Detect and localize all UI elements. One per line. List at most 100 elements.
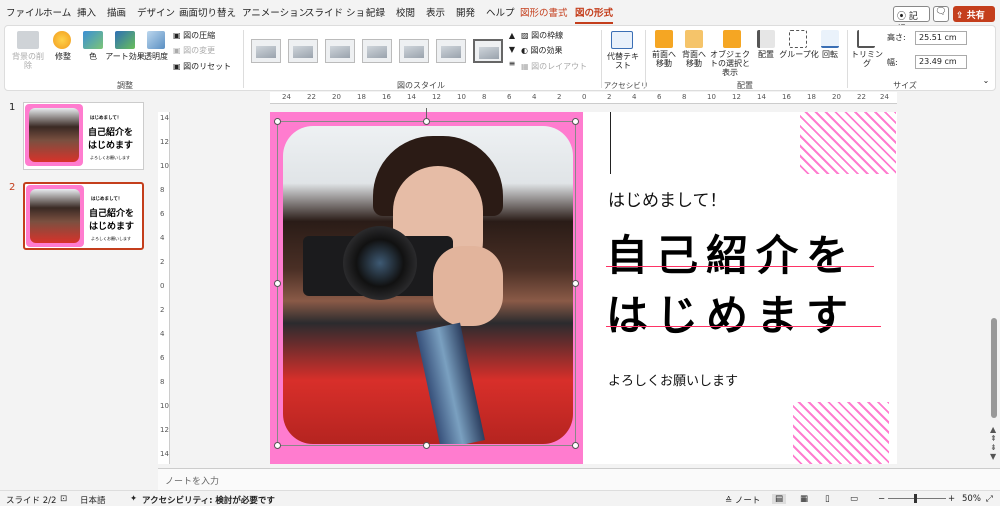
group-button[interactable]: グループ化 — [779, 50, 819, 59]
notes-toggle[interactable]: ≙ ノート — [725, 494, 760, 506]
tab-view[interactable]: 表示 — [426, 5, 445, 19]
slide-greeting[interactable]: はじめまして！ — [608, 186, 727, 211]
resize-handle[interactable] — [274, 442, 281, 449]
resize-handle[interactable] — [274, 280, 281, 287]
picture-style-3[interactable] — [325, 39, 355, 63]
picture-style-7[interactable] — [473, 39, 503, 63]
zoom-slider[interactable] — [888, 498, 946, 499]
tab-animations[interactable]: アニメーション — [242, 5, 308, 19]
picture-effects-button[interactable]: ◐ 図の効果 — [521, 46, 583, 55]
selection-pane-button[interactable]: オブジェクトの選択と表示 — [707, 50, 753, 77]
picture-style-4[interactable] — [362, 39, 392, 63]
tab-record[interactable]: 記録 — [366, 5, 385, 19]
crop-button[interactable]: トリミング — [849, 50, 885, 68]
picture-border-button[interactable]: ▨ 図の枠線 — [521, 31, 583, 40]
tab-developer[interactable]: 開発 — [456, 5, 475, 19]
compress-pictures-button[interactable]: ▣ 図の圧縮 — [173, 31, 233, 40]
tab-help[interactable]: ヘルプ — [486, 5, 515, 19]
zoom-level[interactable]: 50% — [962, 494, 981, 504]
resize-handle[interactable] — [423, 442, 430, 449]
crop-icon — [857, 30, 875, 48]
normal-view-icon[interactable]: ▤ — [772, 494, 787, 504]
corrections-button[interactable]: 修整 — [49, 52, 77, 61]
compress-label: 図の圧縮 — [183, 31, 216, 40]
color-button[interactable]: 色 — [81, 52, 105, 61]
align-icon — [757, 30, 775, 48]
fit-to-window-icon[interactable]: ⤢ — [986, 494, 993, 504]
share-button[interactable]: ⇪ 共有 — [953, 6, 995, 22]
ruler-tick: 16 — [782, 93, 791, 101]
gallery-up-icon[interactable]: ▲ — [507, 31, 517, 40]
selection-pane-icon — [723, 30, 741, 48]
height-input[interactable]: 25.51 cm — [915, 31, 967, 45]
resize-handle[interactable] — [274, 118, 281, 125]
change-picture-button[interactable]: ▣ 図の変更 — [173, 46, 233, 55]
picture-style-2[interactable] — [288, 39, 318, 63]
thumb-line1: 自己紹介を — [89, 209, 135, 219]
artistic-effects-button[interactable]: アート効果 — [105, 52, 145, 61]
spellcheck-icon[interactable]: ⊡ — [60, 494, 67, 504]
rotate-button[interactable]: 回転 — [817, 50, 843, 59]
tab-design[interactable]: デザイン — [137, 5, 175, 19]
tab-shape-format[interactable]: 図形の書式 — [520, 5, 568, 19]
zoom-slider-thumb[interactable] — [914, 494, 917, 503]
resize-handle[interactable] — [572, 280, 579, 287]
tab-file[interactable]: ファイル — [6, 5, 44, 19]
reading-view-icon[interactable]: ▯ — [825, 494, 830, 504]
resize-handle[interactable] — [423, 118, 430, 125]
resize-handle[interactable] — [572, 118, 579, 125]
accessibility-status[interactable]: アクセシビリティ: 検討が必要です — [142, 494, 275, 506]
tab-review[interactable]: 校閲 — [396, 5, 415, 19]
ruler-tick: 6 — [160, 210, 165, 218]
align-button[interactable]: 配置 — [753, 50, 779, 59]
tab-slideshow[interactable]: スライド ショー — [305, 5, 375, 19]
scrollbar-thumb[interactable] — [991, 318, 997, 418]
ruler-tick: 20 — [332, 93, 341, 101]
zoom-out-icon[interactable]: − — [878, 494, 885, 504]
slide-closing[interactable]: よろしくお願いします — [608, 370, 738, 389]
slide-thumbnail-2[interactable]: はじめまして！ 自己紹介を はじめます よろしくお願いします — [23, 182, 144, 250]
corrections-icon — [53, 31, 71, 49]
tab-transitions[interactable]: 画面切り替え — [179, 5, 236, 19]
notes-pane[interactable] — [158, 468, 1000, 490]
alt-text-button[interactable]: 代替テキスト — [605, 52, 641, 70]
width-input[interactable]: 23.49 cm — [915, 55, 967, 69]
slide-sorter-icon[interactable]: ▦ — [800, 494, 808, 504]
ruler-tick: 8 — [682, 93, 687, 101]
tab-insert[interactable]: 挿入 — [77, 5, 96, 19]
ruler-tick: 8 — [160, 186, 165, 194]
transparency-button[interactable]: 透明度 — [143, 52, 169, 61]
picture-style-6[interactable] — [436, 39, 466, 63]
language-indicator[interactable]: 日本語 — [80, 494, 106, 506]
send-backward-button[interactable]: 背面へ移動 — [679, 50, 709, 68]
picture-style-1[interactable] — [251, 39, 281, 63]
comments-icon[interactable]: 🗨 — [933, 6, 949, 22]
zoom-in-icon[interactable]: + — [948, 494, 955, 504]
slide-thumbnail-1[interactable]: はじめまして！ 自己紹介を はじめます よろしくお願いします — [23, 102, 144, 170]
bring-forward-button[interactable]: 前面へ移動 — [649, 50, 679, 68]
ruler-tick: 12 — [160, 138, 169, 146]
notes-placeholder[interactable]: ノートを入力 — [165, 474, 219, 487]
width-label: 幅: — [887, 58, 898, 67]
tab-picture-format[interactable]: 図の形式 — [575, 5, 614, 24]
gallery-more-icon[interactable]: ≡ — [507, 59, 517, 68]
slide-title-line2[interactable]: はじめます — [606, 282, 856, 343]
layout-label: 図のレイアウト — [531, 62, 588, 71]
resize-handle[interactable] — [572, 442, 579, 449]
picture-style-5[interactable] — [399, 39, 429, 63]
ruler-tick: 10 — [707, 93, 716, 101]
accessibility-icon: ✦ — [130, 494, 138, 504]
record-button[interactable]: ⦿ 記録 — [893, 6, 930, 35]
remove-background-button[interactable]: 背景の削除 — [11, 52, 45, 70]
tab-draw[interactable]: 描画 — [107, 5, 126, 19]
gallery-down-icon[interactable]: ▼ — [507, 45, 517, 54]
ruler-tick: 10 — [160, 402, 169, 410]
ribbon-collapse-icon[interactable]: ⌄ — [981, 76, 991, 85]
slide-title-line1[interactable]: 自己紹介を — [606, 222, 856, 283]
ruler-tick: 22 — [307, 93, 316, 101]
slideshow-icon[interactable]: ▭ — [850, 494, 858, 504]
reset-picture-button[interactable]: ▣ 図のリセット — [173, 62, 239, 71]
tab-home[interactable]: ホーム — [43, 5, 71, 19]
scroll-nav-icon[interactable]: ▲ ⇞ ⇟ ▼ — [990, 425, 997, 461]
picture-layout-button[interactable]: ▦ 図のレイアウト — [521, 62, 597, 71]
